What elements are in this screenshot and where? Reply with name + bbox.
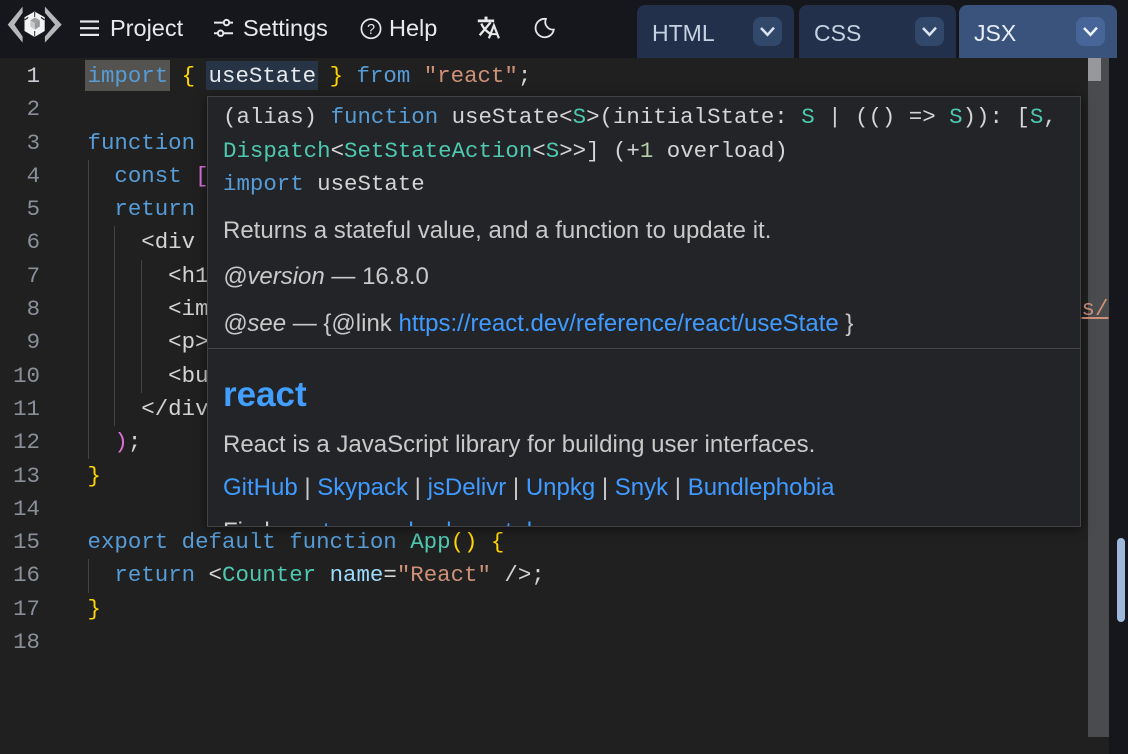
svg-text:?: ? (367, 21, 375, 37)
